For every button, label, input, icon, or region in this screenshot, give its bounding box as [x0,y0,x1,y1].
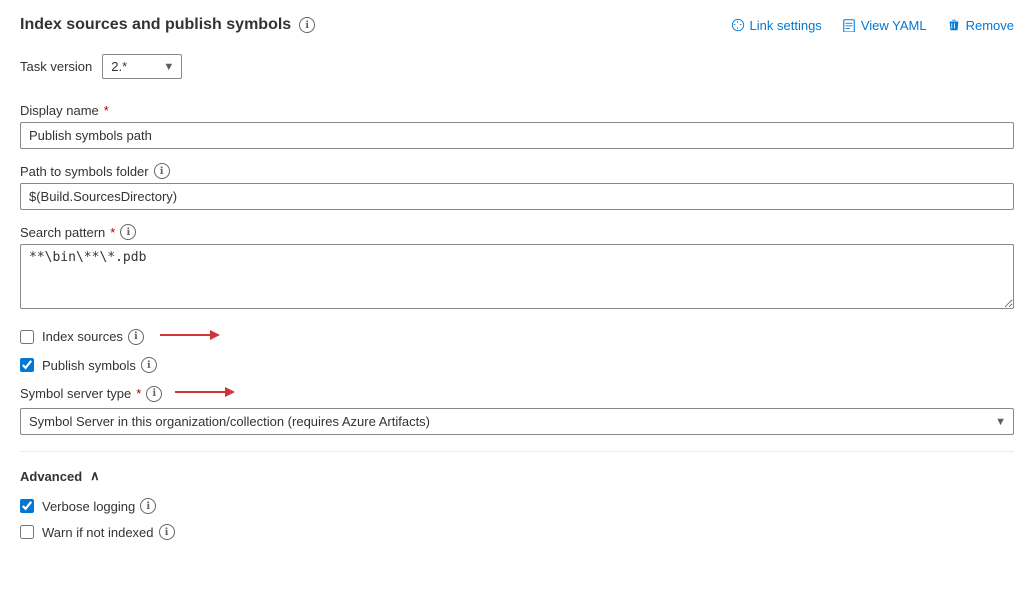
header-left: Index sources and publish symbols ℹ [20,16,315,34]
task-version-label: Task version [20,59,92,74]
display-name-required: * [104,103,109,118]
index-sources-row: Index sources ℹ [20,326,1014,347]
task-version-select[interactable]: 2.* 1.* [102,54,182,79]
symbol-server-type-info-icon[interactable]: ℹ [146,386,162,402]
path-to-symbols-group: Path to symbols folder ℹ [20,163,1014,210]
header-right: Link settings View YAML Remove [731,18,1014,33]
search-pattern-input[interactable]: **\bin\**\*.pdb [20,244,1014,309]
index-sources-arrow [160,326,220,347]
display-name-group: Display name * [20,103,1014,149]
view-yaml-action[interactable]: View YAML [842,18,927,33]
task-version-row: Task version 2.* 1.* ▼ [20,54,1014,79]
remove-action[interactable]: Remove [947,18,1014,33]
publish-symbols-row: Publish symbols ℹ [20,357,1014,373]
advanced-divider [20,451,1014,452]
view-yaml-label: View YAML [861,18,927,33]
warn-not-indexed-info-icon[interactable]: ℹ [159,524,175,540]
advanced-header[interactable]: Advanced ∧ [20,468,1014,484]
title-info-icon[interactable]: ℹ [299,17,315,33]
search-pattern-required: * [110,225,115,240]
symbol-server-type-select-wrapper: Symbol Server in this organization/colle… [20,408,1014,435]
arrow-svg-2 [175,383,235,401]
search-pattern-info-icon[interactable]: ℹ [120,224,136,240]
publish-symbols-label[interactable]: Publish symbols ℹ [42,357,157,373]
display-name-input[interactable] [20,122,1014,149]
advanced-section: Advanced ∧ Verbose logging ℹ Warn if not… [20,468,1014,540]
remove-icon [947,18,961,32]
link-settings-action[interactable]: Link settings [731,18,822,33]
advanced-label: Advanced [20,469,82,484]
verbose-logging-label[interactable]: Verbose logging ℹ [42,498,156,514]
arrow-svg [160,326,220,344]
remove-label: Remove [966,18,1014,33]
symbol-server-type-label: Symbol server type * ℹ [20,383,1014,404]
symbol-server-type-required: * [136,386,141,401]
task-version-select-wrapper: 2.* 1.* ▼ [102,54,182,79]
page-title: Index sources and publish symbols [20,16,291,34]
yaml-icon [842,18,856,32]
warn-not-indexed-checkbox[interactable] [20,525,34,539]
path-to-symbols-label: Path to symbols folder ℹ [20,163,1014,179]
warn-not-indexed-label[interactable]: Warn if not indexed ℹ [42,524,175,540]
symbol-server-type-arrow [175,383,235,404]
advanced-chevron: ∧ [90,468,100,484]
page-container: Index sources and publish symbols ℹ Link… [0,0,1034,566]
verbose-logging-info-icon[interactable]: ℹ [140,498,156,514]
search-pattern-label: Search pattern * ℹ [20,224,1014,240]
path-to-symbols-info-icon[interactable]: ℹ [154,163,170,179]
publish-symbols-info-icon[interactable]: ℹ [141,357,157,373]
link-icon [731,18,745,32]
link-settings-label: Link settings [750,18,822,33]
index-sources-info-icon[interactable]: ℹ [128,329,144,345]
symbol-server-type-select[interactable]: Symbol Server in this organization/colle… [20,408,1014,435]
verbose-logging-row: Verbose logging ℹ [20,498,1014,514]
page-header: Index sources and publish symbols ℹ Link… [20,16,1014,34]
warn-not-indexed-row: Warn if not indexed ℹ [20,524,1014,540]
index-sources-checkbox[interactable] [20,330,34,344]
search-pattern-group: Search pattern * ℹ **\bin\**\*.pdb [20,224,1014,312]
path-to-symbols-input[interactable] [20,183,1014,210]
publish-symbols-checkbox[interactable] [20,358,34,372]
verbose-logging-checkbox[interactable] [20,499,34,513]
index-sources-label[interactable]: Index sources ℹ [42,329,144,345]
symbol-server-type-group: Symbol server type * ℹ Symbol Server in … [20,383,1014,435]
display-name-label: Display name * [20,103,1014,118]
